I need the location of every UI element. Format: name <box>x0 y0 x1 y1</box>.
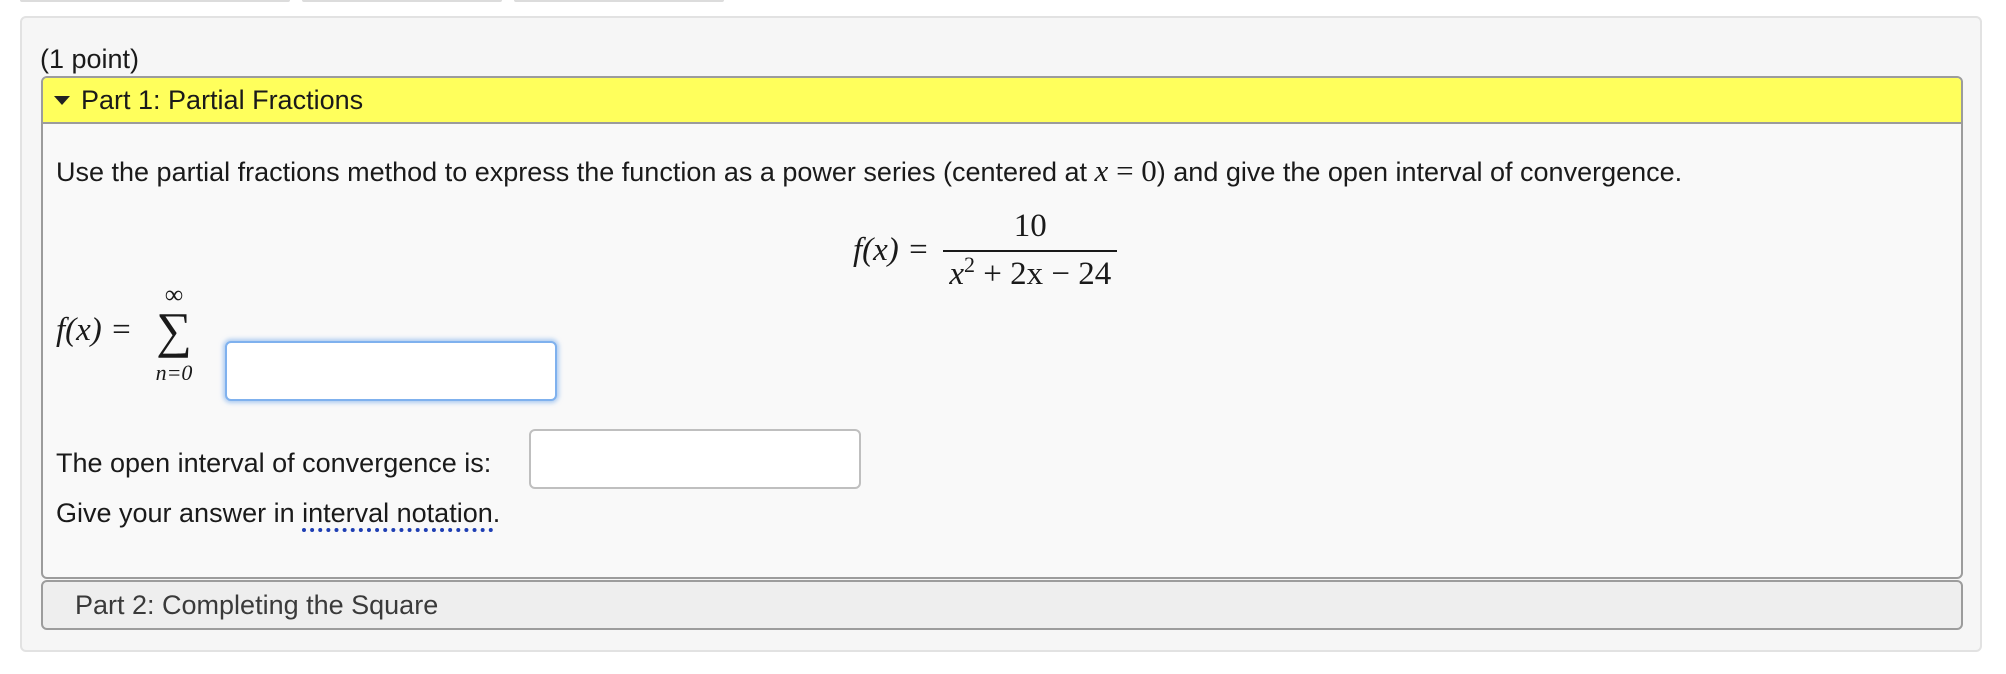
formula-denominator: x2 + 2x − 24 <box>943 252 1117 293</box>
top-tab-strip <box>20 0 724 2</box>
notation-hint: Give your answer in interval notation. <box>56 496 501 532</box>
denominator-rest: + 2x − 24 <box>974 256 1112 292</box>
notation-after: . <box>492 498 501 528</box>
top-tab-1[interactable] <box>20 0 290 2</box>
denominator-var: x <box>949 256 964 292</box>
function-formula: f(x) = 10 x2 + 2x − 24 <box>853 208 1118 293</box>
sigma-lower-limit: n=0 <box>155 360 193 385</box>
notation-before: Give your answer in <box>56 498 303 528</box>
sigma-symbol: ∞ ∑ n=0 <box>154 282 194 385</box>
problem-container: (1 point) Part 1: Partial Fractions Use … <box>20 16 1982 652</box>
series-answer-input[interactable] <box>225 341 557 401</box>
interval-answer-input[interactable] <box>529 429 861 489</box>
instructions-text: Use the partial fractions method to expr… <box>56 154 1682 189</box>
series-lhs: f(x) = <box>56 312 133 348</box>
denominator-exponent: 2 <box>963 252 975 277</box>
top-tab-3[interactable] <box>514 0 724 2</box>
formula-lhs: f(x) = <box>853 231 930 268</box>
interval-label: The open interval of convergence is: <box>56 448 492 478</box>
part2-header[interactable]: Part 2: Completing the Square <box>41 580 1963 630</box>
part1-panel: Part 1: Partial Fractions Use the partia… <box>41 76 1963 579</box>
formula-numerator: 10 <box>1013 208 1047 244</box>
formula-fraction: 10 x2 + 2x − 24 <box>943 208 1118 293</box>
part2-title: Part 2: Completing the Square <box>75 589 439 620</box>
part1-title: Part 1: Partial Fractions <box>81 84 364 115</box>
top-tab-2[interactable] <box>302 0 502 2</box>
instructions-after: ) and give the open interval of converge… <box>1156 157 1683 187</box>
center-equals: = 0 <box>1108 153 1157 188</box>
instructions-before: Use the partial fractions method to expr… <box>56 157 1095 187</box>
center-variable: x <box>1094 153 1109 188</box>
part1-header[interactable]: Part 1: Partial Fractions <box>43 78 1961 124</box>
points-label: (1 point) <box>40 44 140 74</box>
sigma-glyph: ∑ <box>156 302 192 358</box>
interval-notation-link[interactable]: interval notation <box>302 498 493 532</box>
caret-down-icon[interactable] <box>54 95 70 105</box>
